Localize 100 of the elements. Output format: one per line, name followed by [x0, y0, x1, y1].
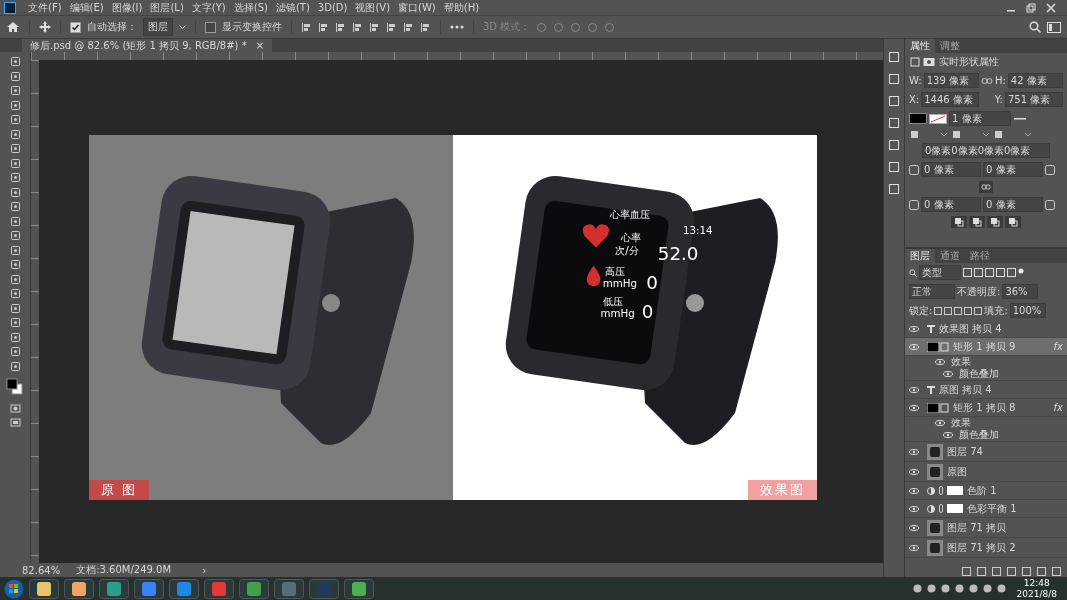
more-icon[interactable] — [450, 25, 464, 29]
taskbar-app-icon[interactable] — [64, 578, 94, 599]
layer-row[interactable]: 色彩平衡 1 — [905, 500, 1067, 518]
move-icon[interactable] — [39, 21, 51, 33]
eye-icon[interactable] — [935, 420, 945, 426]
menu-item[interactable]: 图层(L) — [146, 0, 188, 15]
menu-item[interactable]: 图像(I) — [107, 0, 147, 15]
stroke-option-icon[interactable] — [951, 130, 991, 139]
path-operation-icon[interactable] — [951, 216, 967, 228]
eye-icon[interactable] — [909, 448, 919, 455]
eye-icon[interactable] — [909, 386, 919, 393]
home-icon[interactable] — [6, 21, 20, 33]
layer-row[interactable]: 图层 74 — [905, 442, 1067, 462]
menu-item[interactable]: 文件(F) — [24, 0, 66, 15]
layer-row[interactable]: 图层 71 拷贝 — [905, 518, 1067, 538]
panel-tab[interactable]: 调整 — [935, 39, 965, 53]
filter-dropdown[interactable]: 类型 — [919, 265, 961, 280]
corner-radius-field[interactable]: 0 像素 — [983, 197, 1043, 212]
eye-icon[interactable] — [909, 468, 919, 475]
align-icon[interactable] — [403, 21, 414, 33]
corner-radius-field[interactable]: 0像素0像素0像素0像素 — [922, 143, 1050, 158]
shape-icon[interactable] — [909, 56, 921, 68]
corner-radius-field[interactable]: 0 像素 — [983, 162, 1043, 177]
eye-icon[interactable] — [909, 343, 919, 350]
taskbar-app-icon[interactable] — [99, 578, 129, 599]
fx-badge[interactable]: fx — [1053, 341, 1063, 352]
taskbar-app-icon[interactable] — [239, 578, 269, 599]
width-field[interactable]: 139 像素 — [923, 73, 979, 88]
menu-item[interactable]: 3D(D) — [313, 2, 352, 13]
panel-tab[interactable]: 属性 — [905, 39, 935, 53]
align-icon[interactable] — [386, 21, 397, 33]
align-icon[interactable] — [318, 21, 329, 33]
restore-icon[interactable] — [1023, 2, 1039, 13]
height-field[interactable]: 42 像素 — [1007, 73, 1063, 88]
effects-row[interactable]: 效果 — [905, 356, 1067, 368]
layer-row[interactable]: 原图 拷贝 4 — [905, 381, 1067, 399]
x-field[interactable]: 1446 像素 — [921, 92, 980, 107]
fx-badge[interactable]: fx — [1053, 402, 1063, 413]
color-swatch-icon[interactable] — [6, 378, 24, 396]
layer-row[interactable]: 色阶 1 — [905, 482, 1067, 500]
taskbar-app-icon[interactable] — [344, 578, 374, 599]
document-tab[interactable]: 修后.psd @ 82.6% (矩形 1 拷贝 9, RGB/8#) * × — [22, 39, 273, 52]
eye-icon[interactable] — [935, 359, 945, 365]
align-icon[interactable] — [352, 21, 363, 33]
path-operation-icon[interactable] — [987, 216, 1003, 228]
menu-item[interactable]: 视图(V) — [351, 0, 395, 15]
panel-tab[interactable]: 通道 — [935, 249, 965, 263]
close-icon[interactable] — [1043, 2, 1059, 13]
link-icon[interactable] — [979, 181, 993, 193]
stroke-option-icon[interactable] — [993, 130, 1033, 139]
layer-row[interactable]: 图层 71 拷贝 2 — [905, 538, 1067, 558]
eye-icon[interactable] — [909, 505, 919, 512]
y-field[interactable]: 751 像素 — [1005, 92, 1063, 107]
eye-icon[interactable] — [909, 524, 919, 531]
corner-radius-field[interactable]: 0 像素 — [921, 197, 981, 212]
status-menu-arrow[interactable]: › — [202, 564, 207, 576]
panel-tab[interactable]: 图层 — [905, 249, 935, 263]
align-icon[interactable] — [301, 21, 312, 33]
search-icon[interactable] — [1029, 21, 1041, 33]
menu-item[interactable]: 编辑(E) — [65, 0, 108, 15]
eye-icon[interactable] — [943, 432, 953, 438]
eye-icon[interactable] — [943, 371, 953, 377]
menu-item[interactable]: 选择(S) — [229, 0, 272, 15]
effect-row[interactable]: 颜色叠加 — [905, 429, 1067, 442]
fill-field[interactable]: 100% — [1009, 303, 1046, 318]
panel-tab[interactable]: 路径 — [965, 249, 995, 263]
link-icon[interactable] — [980, 76, 993, 85]
start-button-icon[interactable] — [4, 578, 24, 599]
stroke-swatch-icon[interactable] — [929, 113, 947, 124]
corner-radius-field[interactable]: 0 像素 — [921, 162, 981, 177]
screen-mode-icon[interactable] — [9, 417, 21, 428]
taskbar-app-icon[interactable] — [169, 578, 199, 599]
eye-icon[interactable] — [909, 487, 919, 494]
mask-icon[interactable] — [923, 56, 935, 68]
stroke-option-icon[interactable] — [909, 130, 949, 139]
eye-icon[interactable] — [909, 325, 919, 332]
menu-item[interactable]: 滤镜(T) — [271, 0, 314, 15]
fill-swatch[interactable] — [909, 113, 927, 124]
stroke-width-field[interactable]: 1 像素 — [949, 111, 1011, 126]
path-operation-icon[interactable] — [1005, 216, 1021, 228]
layer-row[interactable]: 矩形 1 拷贝 9 fx — [905, 338, 1067, 356]
eye-icon[interactable] — [909, 404, 919, 411]
quick-mask-icon[interactable] — [9, 402, 21, 414]
path-operation-icon[interactable] — [969, 216, 985, 228]
layer-row[interactable]: 原图 — [905, 462, 1067, 482]
taskbar-app-icon[interactable] — [134, 578, 164, 599]
eye-icon[interactable] — [909, 544, 919, 551]
opacity-field[interactable]: 36% — [1002, 284, 1039, 299]
workspace-icon[interactable] — [1047, 21, 1061, 33]
blend-mode-dropdown[interactable]: 正常 — [909, 284, 955, 299]
taskbar-app-icon[interactable] — [29, 578, 59, 599]
auto-select-dropdown[interactable]: 图层 — [143, 18, 173, 36]
effect-row[interactable]: 颜色叠加 — [905, 368, 1067, 381]
checkbox[interactable] — [70, 21, 81, 33]
layer-row[interactable]: 矩形 1 拷贝 8 fx — [905, 399, 1067, 417]
effects-row[interactable]: 效果 — [905, 417, 1067, 429]
menu-item[interactable]: 文字(Y) — [187, 0, 230, 15]
checkbox[interactable] — [205, 21, 216, 33]
menu-item[interactable]: 帮助(H) — [439, 0, 484, 15]
align-icon[interactable] — [335, 21, 346, 33]
